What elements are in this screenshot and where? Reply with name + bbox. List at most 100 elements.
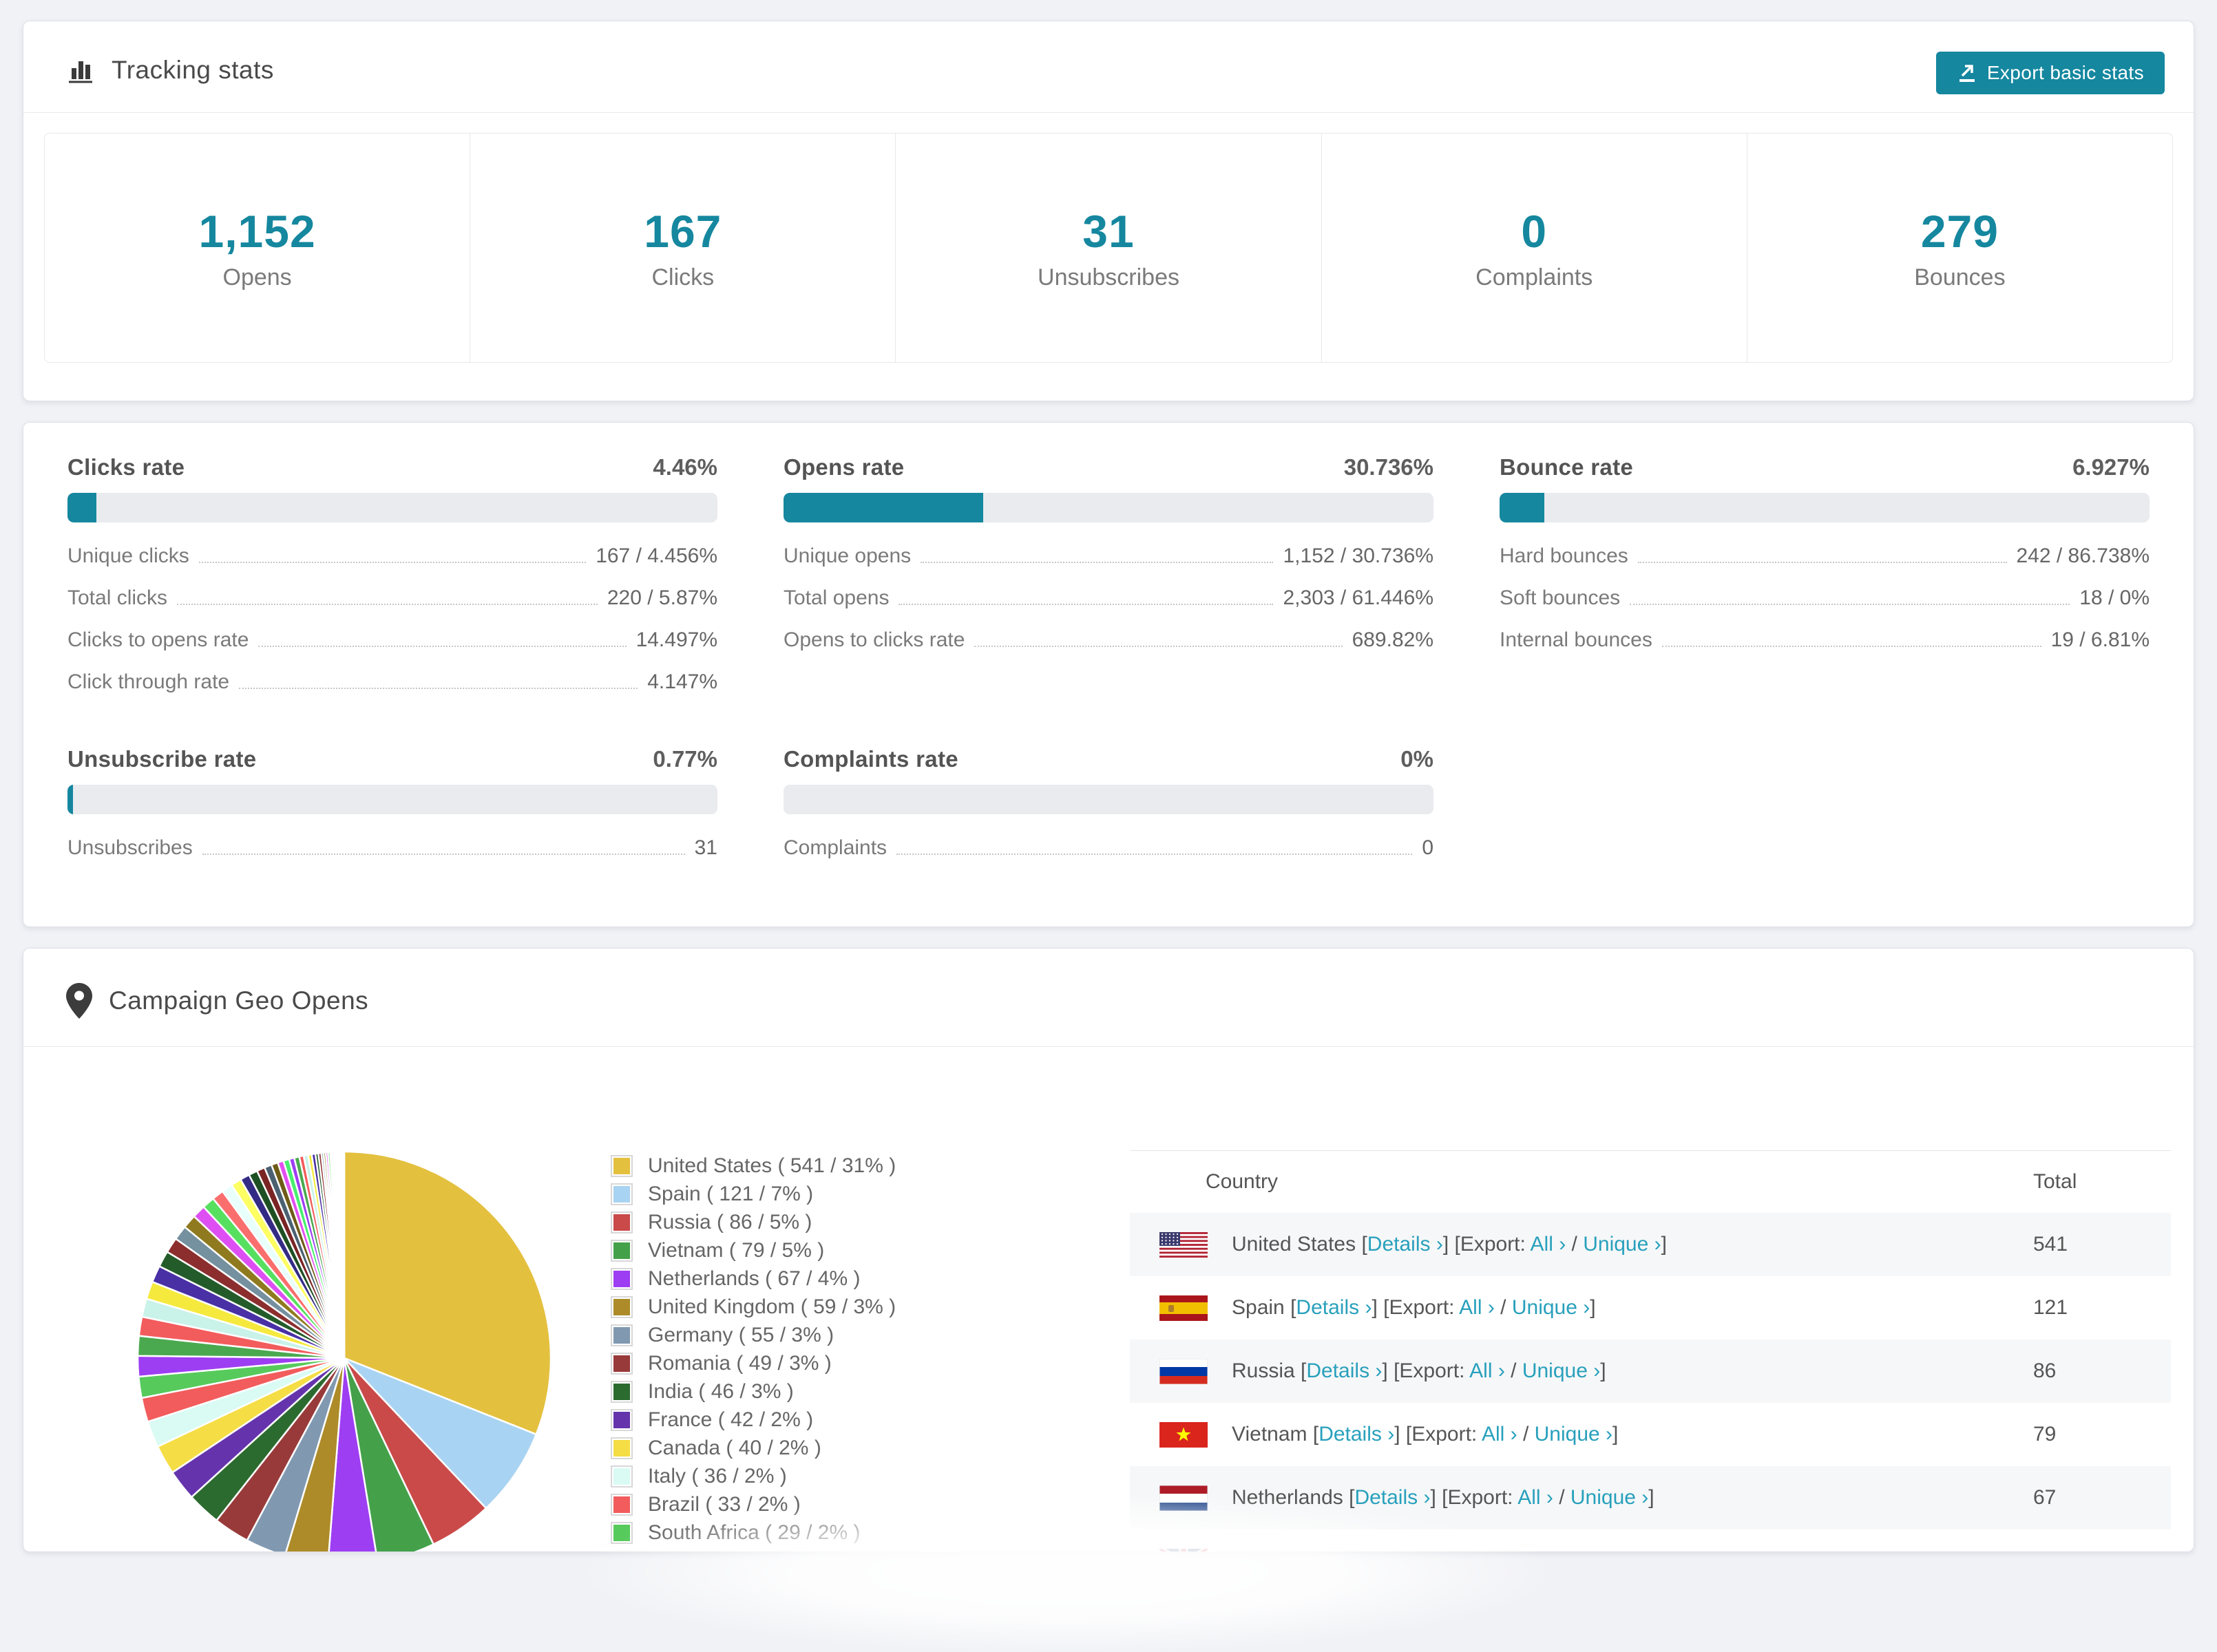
metric-value: 31 bbox=[694, 836, 717, 859]
metric-label: Unsubscribes bbox=[67, 836, 193, 859]
legend-item-india: India ( 46 / 3% ) bbox=[611, 1377, 896, 1406]
legend-item-vietnam: Vietnam ( 79 / 5% ) bbox=[611, 1236, 896, 1264]
rate-metric-row: Unique opens 1,152 / 30.736% bbox=[784, 544, 1433, 568]
legend-label: United Kingdom ( 59 / 3% ) bbox=[648, 1295, 896, 1318]
legend-color-swatch bbox=[611, 1183, 633, 1205]
legend-label: Netherlands ( 67 / 4% ) bbox=[648, 1267, 861, 1290]
metric-label: Unique opens bbox=[784, 544, 912, 567]
rate-metric-row: Complaints 0 bbox=[784, 836, 1433, 860]
page-title: Tracking stats bbox=[112, 56, 274, 84]
geo-opens-card: Campaign Geo Opens United States ( 541 /… bbox=[23, 948, 2194, 1552]
rate-title: Complaints rate bbox=[784, 746, 958, 772]
rate-metric-row: Hard bounces 242 / 86.738% bbox=[1500, 544, 2150, 568]
rate-title: Bounce rate bbox=[1500, 454, 1634, 480]
rate-panel-unsubscribe-rate: Unsubscribe rate 0.77% Unsubscribes 31 bbox=[67, 746, 717, 860]
metric-label: Hard bounces bbox=[1500, 544, 1628, 567]
export-all-link[interactable]: All › bbox=[1517, 1486, 1553, 1509]
metric-label: Total clicks bbox=[67, 586, 168, 609]
details-link[interactable]: Details › bbox=[1390, 1549, 1466, 1552]
dotted-leader bbox=[921, 561, 1274, 563]
progress-bar bbox=[67, 785, 717, 814]
legend-item-united-states: United States ( 541 / 31% ) bbox=[611, 1152, 896, 1180]
legend-label: Spain ( 121 / 7% ) bbox=[648, 1182, 814, 1205]
export-unique-link[interactable]: Unique › bbox=[1583, 1233, 1661, 1256]
export-all-link[interactable]: All › bbox=[1531, 1233, 1566, 1256]
rate-metric-row: Total clicks 220 / 5.87% bbox=[67, 586, 717, 610]
export-basic-stats-button[interactable]: Export basic stats bbox=[1935, 52, 2165, 94]
stat-boxes-row: 1,152 Opens 167 Clicks 31 Unsubscribes 0 Compla… bbox=[44, 133, 2173, 363]
rate-title: Clicks rate bbox=[67, 454, 185, 480]
details-link[interactable]: Details › bbox=[1306, 1359, 1382, 1382]
country-cell: Russia [Details ›] [Export: All › / Uniq… bbox=[1232, 1359, 1606, 1382]
metric-label: Click through rate bbox=[67, 670, 230, 693]
rate-value: 0% bbox=[1400, 746, 1433, 772]
legend-color-swatch bbox=[611, 1211, 633, 1233]
export-unique-link[interactable]: Unique › bbox=[1535, 1423, 1612, 1446]
details-link[interactable]: Details › bbox=[1318, 1423, 1394, 1446]
flag-us-icon bbox=[1159, 1231, 1208, 1258]
stat-value: 279 bbox=[1920, 205, 1999, 257]
progress-bar bbox=[784, 493, 1433, 522]
table-header-row: Country Total bbox=[1130, 1150, 2171, 1213]
rate-value: 6.927% bbox=[2072, 454, 2150, 480]
flag-ru-icon bbox=[1159, 1358, 1208, 1384]
export-unique-link[interactable]: Unique › bbox=[1606, 1549, 1684, 1552]
rate-metric-row: Unique clicks 167 / 4.456% bbox=[67, 544, 717, 568]
geo-opens-table: Country Total United States [Details ›] … bbox=[1130, 1150, 2171, 1552]
tracking-stats-card: Tracking stats Export basic stats 1,152 O… bbox=[23, 21, 2194, 401]
legend-label: United States ( 541 / 31% ) bbox=[648, 1154, 896, 1177]
metric-label: Clicks to opens rate bbox=[67, 628, 249, 651]
map-pin-icon bbox=[66, 983, 92, 1019]
export-all-link[interactable]: All › bbox=[1469, 1359, 1505, 1382]
metric-value: 0 bbox=[1422, 836, 1433, 859]
stat-label: Clicks bbox=[651, 264, 715, 290]
rate-panel-complaints-rate: Complaints rate 0% Complaints 0 bbox=[784, 746, 1433, 860]
details-link[interactable]: Details › bbox=[1296, 1296, 1372, 1319]
legend-item-united-kingdom: United Kingdom ( 59 / 3% ) bbox=[611, 1293, 896, 1321]
stat-label: Opens bbox=[222, 264, 292, 290]
flag-vn-icon bbox=[1159, 1421, 1208, 1448]
export-unique-link[interactable]: Unique › bbox=[1570, 1486, 1648, 1509]
legend-item-russia: Russia ( 86 / 5% ) bbox=[611, 1208, 896, 1236]
rate-value: 4.46% bbox=[653, 454, 717, 480]
rates-card: Clicks rate 4.46% Unique clicks 167 / 4.456… bbox=[23, 422, 2194, 927]
dotted-leader bbox=[974, 645, 1343, 647]
stat-value: 31 bbox=[1082, 205, 1135, 257]
legend-item-france: France ( 42 / 2% ) bbox=[611, 1406, 896, 1434]
rate-panel-clicks-rate: Clicks rate 4.46% Unique clicks 167 / 4.456… bbox=[67, 454, 717, 694]
metric-label: Complaints bbox=[784, 836, 887, 859]
legend-item-canada: Canada ( 40 / 2% ) bbox=[611, 1434, 896, 1462]
stat-box-bounces: 279 Bounces bbox=[1747, 134, 2172, 362]
dotted-leader bbox=[202, 853, 685, 855]
legend-label: Romania ( 49 / 3% ) bbox=[648, 1351, 832, 1375]
legend-color-swatch bbox=[611, 1154, 633, 1177]
export-unique-link[interactable]: Unique › bbox=[1522, 1359, 1600, 1382]
export-all-link[interactable]: All › bbox=[1459, 1296, 1495, 1319]
stat-box-complaints: 0 Complaints bbox=[1322, 134, 1747, 362]
legend-label: Canada ( 40 / 2% ) bbox=[648, 1436, 821, 1459]
export-all-link[interactable]: All › bbox=[1482, 1423, 1517, 1446]
progress-bar bbox=[1500, 493, 2150, 522]
country-cell: United Kingdom [Details ›] [Export: All … bbox=[1232, 1549, 1690, 1552]
table-row-netherlands: Netherlands [Details ›] [Export: All › /… bbox=[1130, 1466, 2171, 1529]
export-all-link[interactable]: All › bbox=[1553, 1549, 1589, 1552]
table-row-united-kingdom: United Kingdom [Details ›] [Export: All … bbox=[1130, 1529, 2171, 1552]
details-link[interactable]: Details › bbox=[1354, 1486, 1430, 1509]
geo-opens-pie-chart[interactable] bbox=[134, 1147, 555, 1552]
legend-label: France ( 42 / 2% ) bbox=[648, 1408, 814, 1431]
export-unique-link[interactable]: Unique › bbox=[1512, 1296, 1590, 1319]
rate-metric-row: Internal bounces 19 / 6.81% bbox=[1500, 628, 2150, 652]
legend-color-swatch bbox=[611, 1295, 633, 1318]
legend-color-swatch bbox=[611, 1239, 633, 1262]
rate-metric-row: Click through rate 4.147% bbox=[67, 670, 717, 694]
dotted-leader bbox=[177, 603, 598, 605]
metric-label: Opens to clicks rate bbox=[784, 628, 965, 651]
metric-value: 2,303 / 61.446% bbox=[1283, 586, 1433, 609]
stat-value: 0 bbox=[1521, 205, 1548, 257]
details-link[interactable]: Details › bbox=[1367, 1233, 1443, 1256]
legend-color-swatch bbox=[611, 1408, 633, 1431]
metric-value: 18 / 0% bbox=[2079, 586, 2150, 609]
total-cell: 79 bbox=[2033, 1423, 2057, 1446]
dotted-leader bbox=[896, 853, 1413, 855]
legend-color-swatch bbox=[611, 1521, 633, 1544]
